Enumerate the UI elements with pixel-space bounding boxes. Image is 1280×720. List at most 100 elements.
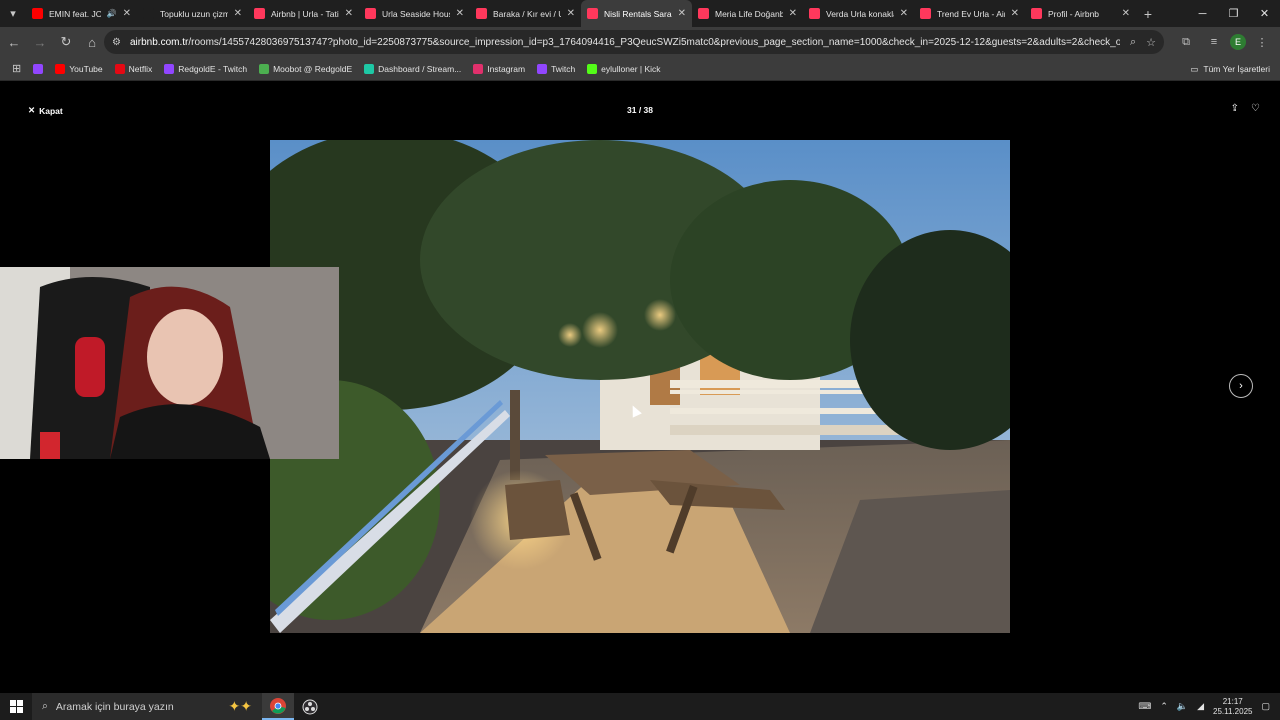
airbnb-icon	[476, 8, 487, 19]
browser-tab[interactable]: Airbnb | Urla - Tatil ✕	[248, 0, 359, 27]
bookmark-item[interactable]: YouTube	[49, 63, 108, 74]
bookmark-label: Moobot @ RedgoldE	[273, 63, 353, 74]
tab-title: Airbnb | Urla - Tatil	[271, 8, 339, 19]
back-button[interactable]: ←	[2, 30, 26, 54]
next-photo-button[interactable]: ›	[1229, 374, 1253, 398]
photo-counter: 31 / 38	[627, 105, 653, 115]
tab-close-icon[interactable]: ✕	[1122, 8, 1130, 19]
folder-icon: ▭	[1190, 63, 1199, 74]
webcam-overlay	[0, 267, 339, 459]
search-placeholder: Aramak için buraya yazın	[55, 700, 174, 713]
bookmark-item[interactable]: eylulloner | Kick	[581, 63, 666, 74]
kick-icon	[587, 63, 598, 74]
new-tab-button[interactable]: +	[1136, 6, 1160, 22]
youtube-icon	[32, 8, 43, 19]
media-controls-icon[interactable]: ≡	[1202, 36, 1226, 48]
all-bookmarks-button[interactable]: ▭ Tüm Yer İşaretleri	[1190, 57, 1270, 81]
tab-close-icon[interactable]: ✕	[567, 8, 575, 19]
network-icon[interactable]: ◢	[1197, 701, 1204, 712]
tab-title: Trend Ev Urla - Airbnb	[937, 8, 1005, 19]
audio-playing-icon[interactable]: 🔊	[107, 9, 117, 18]
browser-tab[interactable]: Baraka / Kır evi / Urla ✕	[470, 0, 581, 27]
bookmark-item[interactable]: Instagram	[467, 63, 531, 74]
tab-close-icon[interactable]: ✕	[789, 8, 797, 19]
streamelements-icon	[364, 63, 375, 74]
keyboard-icon[interactable]: ⌨	[1138, 701, 1151, 712]
apps-grid-icon[interactable]: ⊞	[6, 62, 27, 75]
tab-close-icon[interactable]: ✕	[123, 8, 131, 19]
airbnb-icon	[587, 8, 598, 19]
address-bar[interactable]: ⚙ airbnb.com.tr/rooms/145574280369751374…	[104, 30, 1164, 54]
bookmark-item[interactable]: Moobot @ RedgoldE	[253, 63, 358, 74]
bookmark-star-icon[interactable]: ☆	[1146, 36, 1156, 49]
site-info-icon[interactable]: ⚙	[112, 37, 130, 48]
browser-tab[interactable]: Urla Seaside House ✕	[359, 0, 470, 27]
tab-title: Meria Life Doğanbey	[715, 8, 783, 19]
window-close-button[interactable]: ✕	[1249, 0, 1280, 27]
profile-avatar[interactable]: E	[1230, 34, 1246, 50]
heart-icon[interactable]: ♡	[1251, 103, 1260, 114]
reload-button[interactable]: ↻	[54, 30, 78, 54]
generic-icon	[143, 8, 154, 19]
browser-tab[interactable]: Profil - Airbnb ✕	[1025, 0, 1136, 27]
tab-title: Topuklu uzun çizme	[160, 8, 228, 19]
bookmarks-bar: ⊞ YouTube Netflix RedgoldE - Twitch Moobot …	[0, 57, 1280, 81]
instagram-icon	[473, 63, 484, 74]
browser-tab[interactable]: Topuklu uzun çizme ✕	[137, 0, 248, 27]
tab-title: Baraka / Kır evi / Urla	[493, 8, 561, 19]
browser-tab[interactable]: Nisli Rentals Sarap ✕	[581, 0, 692, 27]
start-button[interactable]	[0, 693, 32, 720]
chrome-menu-icon[interactable]: ⋮	[1250, 36, 1274, 49]
bookmark-item[interactable]: Dashboard / Stream...	[358, 63, 467, 74]
tab-title: Profil - Airbnb	[1048, 8, 1100, 19]
tab-search-button[interactable]: ▾	[0, 0, 26, 27]
url-path: /rooms/1455742803697513747?photo_id=2250…	[188, 36, 1120, 48]
browser-tab[interactable]: Meria Life Doğanbey ✕	[692, 0, 803, 27]
sparkle-icon: ✦✦	[228, 698, 252, 714]
tab-close-icon[interactable]: ✕	[1011, 8, 1019, 19]
tab-close-icon[interactable]: ✕	[456, 8, 464, 19]
extensions-icon[interactable]: ⧉	[1174, 36, 1198, 49]
airbnb-icon	[1031, 8, 1042, 19]
notifications-icon[interactable]: ▢	[1261, 701, 1270, 712]
bookmark-item[interactable]	[27, 63, 49, 74]
tab-close-icon[interactable]: ✕	[234, 8, 242, 19]
tray-chevron-icon[interactable]: ⌃	[1160, 701, 1168, 712]
browser-tab[interactable]: Trend Ev Urla - Airbnb ✕	[914, 0, 1025, 27]
tab-close-icon[interactable]: ✕	[345, 8, 353, 19]
taskbar-search[interactable]: ⌕ Aramak için buraya yazın ✦✦	[32, 693, 262, 720]
bookmark-item[interactable]: Twitch	[531, 63, 581, 74]
windows-taskbar: ⌕ Aramak için buraya yazın ✦✦ ⌨ ⌃ 🔈 ◢ 21…	[0, 693, 1280, 720]
clock-date: 25.11.2025	[1213, 706, 1253, 716]
bookmark-item[interactable]: Netflix	[109, 63, 159, 74]
chrome-taskbar-app[interactable]	[262, 693, 294, 720]
browser-tab[interactable]: EMIN feat. JONY 🔊 ✕	[26, 0, 137, 27]
home-button[interactable]: ⌂	[80, 30, 104, 54]
taskbar-clock[interactable]: 21:17 25.11.2025	[1213, 697, 1252, 717]
listing-photo	[270, 140, 1010, 633]
obs-taskbar-app[interactable]	[294, 693, 326, 720]
url-domain: airbnb.com.tr	[130, 36, 189, 48]
system-tray: ⌨ ⌃ 🔈 ◢ 21:17 25.11.2025 ▢	[1138, 693, 1280, 720]
browser-tab[interactable]: Verda Urla konakları ✕	[803, 0, 914, 27]
forward-button[interactable]: →	[28, 30, 52, 54]
chevron-right-icon: ›	[1239, 380, 1243, 392]
bookmark-label: eylulloner | Kick	[601, 63, 661, 74]
airbnb-icon	[920, 8, 931, 19]
tab-strip: EMIN feat. JONY🔊✕Topuklu uzun çizme✕Airb…	[26, 0, 1136, 27]
tab-close-icon[interactable]: ✕	[678, 8, 686, 19]
zoom-icon[interactable]: ⌕	[1130, 36, 1136, 49]
restore-button[interactable]: ❐	[1218, 0, 1249, 27]
tab-close-icon[interactable]: ✕	[900, 8, 908, 19]
bookmark-item[interactable]: RedgoldE - Twitch	[158, 63, 253, 74]
bookmark-label: Twitch	[551, 63, 576, 74]
share-icon[interactable]: ⇪	[1231, 103, 1239, 114]
airbnb-icon	[809, 8, 820, 19]
volume-icon[interactable]: 🔈	[1177, 701, 1188, 712]
clock-time: 21:17	[1222, 696, 1243, 706]
browser-toolbar: ← → ↻ ⌂ ⚙ airbnb.com.tr/rooms/1455742803…	[0, 27, 1280, 57]
tab-title: EMIN feat. JONY	[49, 8, 101, 19]
address-url[interactable]: airbnb.com.tr/rooms/1455742803697513747?…	[130, 37, 1120, 48]
minimize-button[interactable]: ─	[1187, 0, 1218, 27]
bookmark-label: RedgoldE - Twitch	[178, 63, 248, 74]
